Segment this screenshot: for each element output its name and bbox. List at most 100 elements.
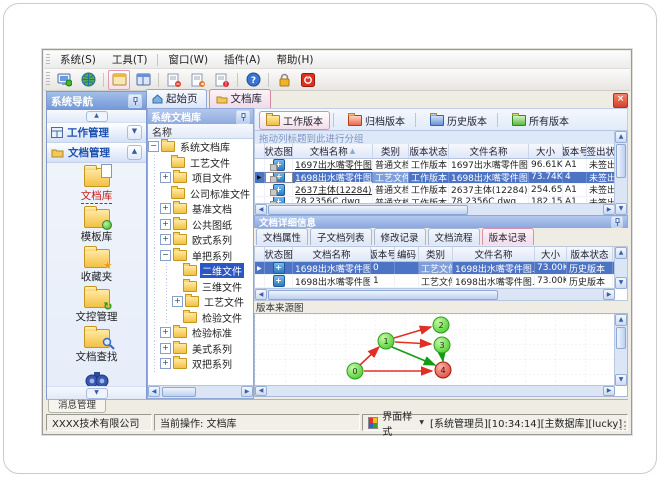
- lock-button[interactable]: [273, 70, 295, 90]
- tree-item[interactable]: + 公共图纸: [148, 216, 253, 232]
- expand-icon[interactable]: +: [160, 342, 171, 354]
- tree-item[interactable]: 三维文件: [148, 278, 253, 294]
- pin-icon[interactable]: [128, 94, 142, 108]
- tree-item[interactable]: + 双把系列: [148, 356, 253, 372]
- expand-icon[interactable]: +: [160, 234, 171, 246]
- pin-icon[interactable]: [236, 109, 250, 124]
- menu-help[interactable]: 帮助(H): [268, 51, 321, 68]
- col-size[interactable]: 大小: [535, 247, 567, 261]
- tree-item[interactable]: − 系统文档库: [148, 139, 253, 155]
- expand-icon[interactable]: +: [160, 203, 171, 215]
- col-category[interactable]: 类别: [419, 247, 453, 261]
- sidebar-item-doc-control[interactable]: ↻ 文控管理: [76, 286, 118, 324]
- version-graph-canvas[interactable]: 0 1 2 3 4: [255, 314, 617, 388]
- menu-tools[interactable]: 工具(T): [104, 51, 156, 68]
- tab-version-records[interactable]: 版本记录: [481, 228, 534, 245]
- col-category[interactable]: 类别: [373, 144, 409, 158]
- scroll-up-icon[interactable]: ▲: [615, 131, 627, 143]
- tree-item-selected[interactable]: 二维文件: [148, 263, 253, 279]
- doc-import-button[interactable]: [163, 70, 185, 90]
- help-button[interactable]: ?: [242, 70, 264, 90]
- tab-doc-library[interactable]: 文档库: [208, 89, 271, 108]
- tree-item[interactable]: + 工艺文件: [148, 294, 253, 310]
- scroll-up-icon[interactable]: ▲: [615, 247, 627, 259]
- tab-message-manage[interactable]: 消息管理: [48, 400, 106, 413]
- sidebar-scroll-up[interactable]: ▲: [47, 110, 146, 123]
- document-row[interactable]: + 2637主体(12284).dwg 普通文档 工作版本 2637主体(122…: [255, 184, 615, 197]
- scroll-right-icon[interactable]: ▶: [603, 386, 615, 396]
- col-doc-name[interactable]: 文档名称: [293, 247, 371, 261]
- version-row-selected[interactable]: + 1698出水嘴零件图.dwg 0 工艺文件 1698出水嘴零件图.dwg 7…: [255, 262, 615, 275]
- expand-icon[interactable]: +: [160, 358, 171, 370]
- tree-item[interactable]: − 单把系列: [148, 247, 253, 263]
- doc-library-window-button[interactable]: [108, 69, 130, 90]
- grid-vertical-scrollbar[interactable]: ▲ ▼: [614, 131, 627, 215]
- tree-item[interactable]: + 项目文件: [148, 170, 253, 186]
- chevron-down-icon[interactable]: ▼: [127, 125, 142, 140]
- graph-node-4-current[interactable]: 4: [434, 361, 452, 379]
- sidebar-group-work[interactable]: 工作管理 ▼: [47, 123, 146, 143]
- doc-name-link[interactable]: 2637主体(12284).dwg: [293, 184, 373, 196]
- graph-node-2[interactable]: 2: [432, 316, 450, 334]
- doc-export-button[interactable]: [187, 70, 209, 90]
- version-row[interactable]: + 1698出水嘴零件图.dwg 1 工艺文件 1698出水嘴零件图.dwg 7…: [255, 275, 615, 288]
- expand-icon[interactable]: +: [160, 172, 171, 184]
- ui-style-selector[interactable]: 界面样式: [382, 408, 415, 438]
- tab-modify-records[interactable]: 修改记录: [373, 228, 426, 245]
- exit-button[interactable]: [297, 70, 319, 90]
- col-file-name[interactable]: 文件名称: [453, 247, 535, 261]
- tree-column-header[interactable]: 名称: [148, 124, 253, 139]
- tree-item[interactable]: + 美式系列: [148, 340, 253, 356]
- sidebar-item-folder-search[interactable]: 文件夹查找: [70, 369, 123, 386]
- close-icon[interactable]: ×: [613, 93, 628, 108]
- document-row[interactable]: + 1697出水嘴零件图.dwg 普通文档 工作版本 1697出水嘴零件图.dw…: [255, 159, 615, 172]
- work-version-button[interactable]: 工作版本: [259, 110, 330, 130]
- tab-start-page[interactable]: 起始页: [145, 89, 207, 108]
- sidebar-group-docs[interactable]: 文档管理 ▲: [47, 143, 146, 163]
- tree-item[interactable]: 公司标准文件: [148, 185, 253, 201]
- tab-doc-properties[interactable]: 文档属性: [256, 228, 309, 245]
- sidebar-item-doc-library[interactable]: 文档库: [80, 164, 113, 204]
- document-row-selected[interactable]: + 1698出水嘴零件图.dwg 工艺文件 工作版本 1698出水嘴零件图.dw…: [255, 171, 615, 184]
- tree-item[interactable]: + 检验标准: [148, 325, 253, 341]
- sidebar-item-template-library[interactable]: 模板库: [81, 206, 112, 244]
- doc-alert-button[interactable]: !: [211, 70, 233, 90]
- col-doc-name[interactable]: 文档名称 ▲: [293, 144, 373, 158]
- scroll-left-icon[interactable]: ◀: [255, 204, 267, 215]
- doc-name-link[interactable]: 1698出水嘴零件图.dwg: [293, 171, 373, 183]
- archive-version-button[interactable]: 归档版本: [341, 111, 412, 130]
- col-code[interactable]: 编码: [395, 247, 419, 261]
- scroll-left-icon[interactable]: ◀: [148, 386, 160, 397]
- scroll-down-icon[interactable]: ▼: [615, 374, 627, 386]
- scroll-down-icon[interactable]: ▼: [615, 203, 627, 215]
- graph-vertical-scrollbar[interactable]: ▲ ▼: [614, 314, 627, 386]
- sidebar-scroll-down[interactable]: ▼: [47, 386, 146, 399]
- menu-window[interactable]: 窗口(W): [160, 51, 216, 68]
- graph-node-1[interactable]: 1: [377, 332, 395, 350]
- col-version-state[interactable]: 版本状态: [567, 247, 613, 261]
- graph-node-0[interactable]: 0: [346, 362, 364, 380]
- all-version-button[interactable]: 所有版本: [505, 111, 576, 130]
- sidebar-item-favorites[interactable]: ★ 收藏夹: [81, 246, 113, 284]
- collapse-icon[interactable]: −: [160, 249, 171, 261]
- tree-horizontal-scrollbar[interactable]: ◀ ▶: [148, 385, 253, 398]
- graph-horizontal-scrollbar[interactable]: ◀ ▶: [255, 385, 615, 396]
- globe-button[interactable]: [77, 70, 99, 90]
- graph-node-3[interactable]: 3: [433, 336, 451, 354]
- expand-icon[interactable]: +: [172, 296, 183, 308]
- col-checkout-state[interactable]: 签出状态: [587, 144, 615, 158]
- col-size[interactable]: 大小: [529, 144, 563, 158]
- expand-icon[interactable]: +: [160, 327, 171, 339]
- menu-system[interactable]: 系统(S): [52, 51, 104, 68]
- chevron-up-icon[interactable]: ▲: [127, 145, 142, 160]
- sidebar-item-doc-search[interactable]: 文档查找: [76, 326, 118, 364]
- col-version-no[interactable]: 版本号: [371, 247, 395, 261]
- history-version-button[interactable]: 历史版本: [423, 111, 494, 130]
- scroll-up-icon[interactable]: ▲: [615, 314, 627, 326]
- tree-item[interactable]: 检验文件: [148, 309, 253, 325]
- tree-item[interactable]: + 基准文档: [148, 201, 253, 217]
- pin-icon[interactable]: [611, 215, 623, 228]
- resize-grip[interactable]: [617, 420, 627, 430]
- scroll-left-icon[interactable]: ◀: [255, 289, 267, 300]
- monitor-button[interactable]: [53, 70, 75, 90]
